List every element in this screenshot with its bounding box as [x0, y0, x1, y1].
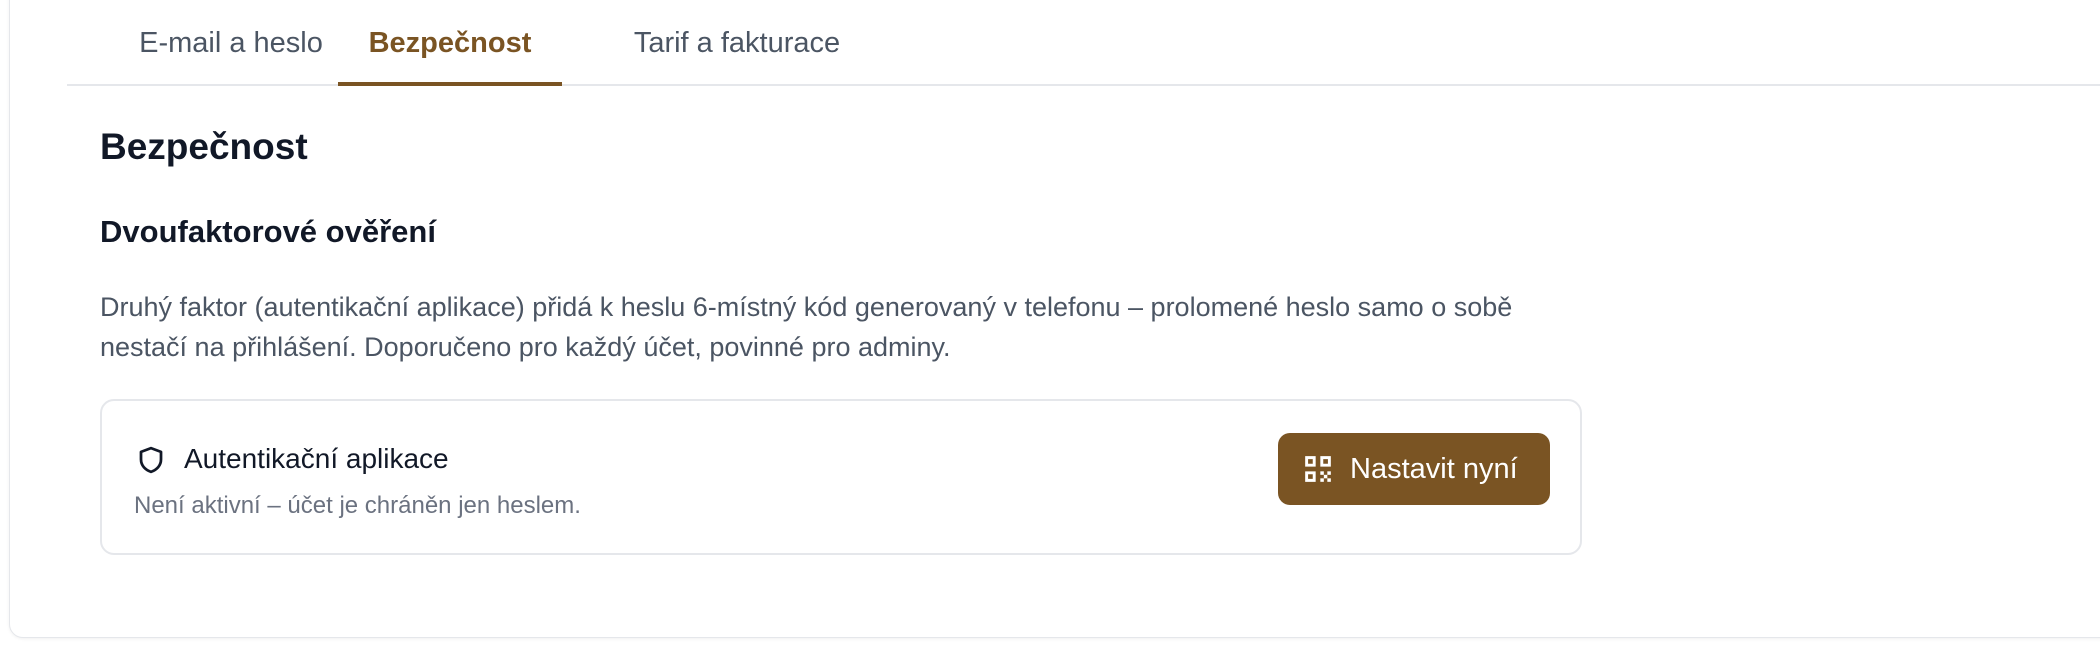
- settings-tabs: E-mail a heslo Bezpečnost Tarif a faktur…: [67, 0, 2100, 86]
- page-title: Bezpečnost: [100, 126, 308, 167]
- qr-code-icon: [1305, 456, 1331, 482]
- settings-card: E-mail a heslo Bezpečnost Tarif a faktur…: [9, 0, 2100, 638]
- two-factor-title: Dvoufaktorové ověření: [100, 214, 436, 249]
- tab-plan-billing[interactable]: Tarif a fakturace: [587, 21, 887, 86]
- two-factor-description: Druhý faktor (autentikační aplikace) při…: [100, 292, 1513, 362]
- authenticator-app-panel: Autentikační aplikace Není aktivní – úče…: [100, 399, 1582, 555]
- tab-security[interactable]: Bezpečnost: [338, 21, 562, 86]
- authenticator-app-title: Autentikační aplikace: [184, 443, 449, 474]
- authenticator-status: Není aktivní – účet je chráněn jen hesle…: [134, 492, 581, 519]
- setup-now-button[interactable]: Nastavit nyní: [1278, 433, 1550, 505]
- setup-now-label: Nastavit nyní: [1350, 453, 1518, 485]
- tab-email-password[interactable]: E-mail a heslo: [116, 21, 346, 86]
- shield-icon: [139, 446, 163, 474]
